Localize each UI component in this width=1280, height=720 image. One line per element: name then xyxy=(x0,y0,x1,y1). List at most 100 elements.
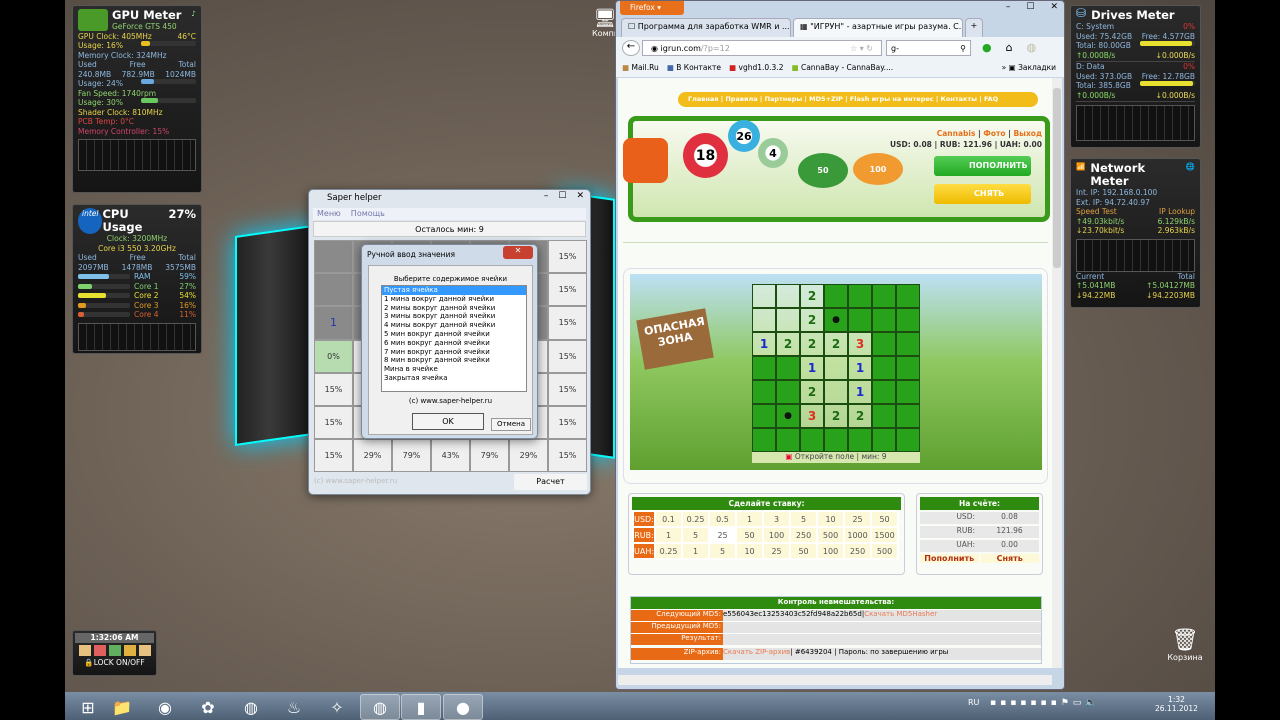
board-cell[interactable] xyxy=(872,284,896,308)
helper-cell[interactable]: 15% xyxy=(548,439,587,473)
helper-cell[interactable]: 15% xyxy=(548,273,587,307)
helper-cell[interactable]: 43% xyxy=(431,439,470,473)
cell-content-list[interactable]: Пустая ячейка 1 мина вокруг данной ячейки… xyxy=(381,285,527,392)
account-withdraw-button[interactable]: Снять xyxy=(980,554,1039,563)
board-cell[interactable]: 1 xyxy=(848,356,872,380)
ip-lookup-link[interactable]: IP Lookup xyxy=(1159,207,1195,217)
bet-option[interactable]: 1 xyxy=(735,510,765,528)
horizontal-scrollbar[interactable] xyxy=(618,675,1052,685)
clock[interactable]: 1:32 26.11.2012 xyxy=(1155,695,1198,713)
ok-button[interactable]: OK xyxy=(412,413,484,430)
home-icon[interactable]: ⌂ xyxy=(1006,41,1013,54)
board-cell[interactable] xyxy=(776,284,800,308)
helper-cell[interactable] xyxy=(314,273,353,307)
bet-option[interactable]: 100 xyxy=(816,542,846,560)
speed-test-link[interactable]: Speed Test xyxy=(1076,207,1117,217)
board-cell[interactable] xyxy=(896,404,920,428)
nav-link[interactable]: Главная xyxy=(688,95,718,103)
cancel-button[interactable]: Отмена xyxy=(491,418,531,431)
firefox-menu-button[interactable]: Firefox ▾ xyxy=(620,1,684,15)
board-cell[interactable] xyxy=(824,428,848,452)
new-tab-button[interactable]: + xyxy=(965,18,983,37)
taskbar-firefox-active-button[interactable]: ◍ xyxy=(360,694,400,720)
url-bar[interactable]: ◉ igrun.com/?p=12 ☆ ▾ ↻ xyxy=(642,40,882,56)
lock-toggle[interactable]: 🔒LOCK ON/OFF xyxy=(75,658,154,668)
system-tray-icons[interactable]: ▪▪▪▪▪▪▪⚑▭🔈 xyxy=(990,698,1100,708)
list-option[interactable]: 6 мин вокруг данной ячейки xyxy=(382,339,526,348)
bet-option[interactable]: 5 xyxy=(681,526,711,544)
bet-option[interactable]: 0.25 xyxy=(681,510,711,528)
bet-option[interactable]: 25 xyxy=(708,526,738,544)
helper-cell[interactable]: 29% xyxy=(509,439,548,473)
shortcut-icon[interactable] xyxy=(78,644,91,656)
bookmark-item[interactable]: ■ CannaBay - CannaBay.... xyxy=(791,63,893,72)
board-cell[interactable] xyxy=(848,284,872,308)
bet-option[interactable]: 3 xyxy=(762,510,792,528)
minimize-button[interactable]: – xyxy=(1006,2,1011,12)
language-indicator[interactable]: RU xyxy=(968,698,979,707)
control-link[interactable]: Скачать MD5Hasher xyxy=(864,610,937,621)
helper-cell[interactable]: 1 xyxy=(314,306,353,340)
bet-option[interactable]: 0.25 xyxy=(654,542,684,560)
board-cell[interactable] xyxy=(848,428,872,452)
bookmarks-menu[interactable]: » ▣ Закладки xyxy=(1002,63,1056,72)
bet-option[interactable]: 1000 xyxy=(843,526,873,544)
board-cell[interactable]: 2 xyxy=(800,284,824,308)
board-cell[interactable] xyxy=(896,308,920,332)
helper-cell[interactable]: 15% xyxy=(548,306,587,340)
helper-cell[interactable]: 29% xyxy=(353,439,392,473)
board-cell[interactable]: ● xyxy=(824,308,848,332)
board-cell[interactable]: 2 xyxy=(800,380,824,404)
board-cell[interactable] xyxy=(824,380,848,404)
bet-option[interactable]: 500 xyxy=(816,526,846,544)
board-cell[interactable] xyxy=(872,404,896,428)
board-cell[interactable] xyxy=(896,428,920,452)
board-cell[interactable] xyxy=(752,404,776,428)
list-option[interactable]: 1 мина вокруг данной ячейки xyxy=(382,295,526,304)
dialog-close-button[interactable]: ✕ xyxy=(503,246,533,259)
bookmark-item[interactable]: ■ Mail.Ru xyxy=(622,63,659,72)
list-option[interactable]: 7 мин вокруг данной ячейки xyxy=(382,348,526,357)
helper-cell[interactable]: 15% xyxy=(548,240,587,274)
account-deposit-button[interactable]: Пополнить xyxy=(920,554,979,563)
user-link[interactable]: Cannabis xyxy=(937,129,976,138)
bookmark-star-icon[interactable]: ☆ ▾ ↻ xyxy=(850,44,873,53)
list-option[interactable]: 3 мины вокруг данной ячейки xyxy=(382,312,526,321)
bet-option[interactable]: 10 xyxy=(735,542,765,560)
menu-item[interactable]: Помощь xyxy=(351,209,385,219)
board-cell[interactable] xyxy=(776,356,800,380)
taskbar-firefox-button[interactable]: ◍ xyxy=(231,694,271,720)
lock-shortcut-icon[interactable] xyxy=(123,644,136,656)
nav-link[interactable]: FAQ xyxy=(984,95,998,103)
tab-wmr[interactable]: ☐ Программа для заработка WMR и ... xyxy=(621,18,791,37)
board-cell[interactable] xyxy=(776,380,800,404)
list-option[interactable]: Мина в ячейке xyxy=(382,365,526,374)
nav-link[interactable]: Правила xyxy=(725,95,757,103)
board-cell[interactable] xyxy=(872,356,896,380)
music-note-icon[interactable]: ♪ xyxy=(191,9,196,32)
board-cell[interactable] xyxy=(896,284,920,308)
board-cell[interactable] xyxy=(752,308,776,332)
helper-cell[interactable] xyxy=(314,240,353,274)
helper-cell[interactable]: 79% xyxy=(392,439,431,473)
bet-option[interactable]: 100 xyxy=(762,526,792,544)
taskbar-saper-helper-button[interactable]: ▮ xyxy=(401,694,441,720)
nav-link[interactable]: Партнеры xyxy=(765,95,803,103)
bet-option[interactable]: 10 xyxy=(816,510,846,528)
bet-option[interactable]: 1 xyxy=(654,526,684,544)
recycle-bin-desktop-icon[interactable]: 🗑 Корзина xyxy=(1163,628,1207,662)
helper-cell[interactable]: 15% xyxy=(548,406,587,440)
vertical-scrollbar[interactable] xyxy=(1052,78,1062,668)
menu-item[interactable]: Меню xyxy=(317,209,341,219)
nav-link[interactable]: Контакты xyxy=(941,95,977,103)
board-cell[interactable]: 1 xyxy=(752,332,776,356)
minimize-button[interactable]: – xyxy=(544,191,549,201)
board-cell[interactable]: 2 xyxy=(824,404,848,428)
maximize-button[interactable]: ☐ xyxy=(1026,2,1034,12)
helper-cell[interactable]: 15% xyxy=(548,372,587,406)
board-cell[interactable] xyxy=(776,308,800,332)
bet-option[interactable]: 0.1 xyxy=(654,510,684,528)
user-link[interactable]: Выход xyxy=(1013,129,1042,138)
board-cell[interactable]: 3 xyxy=(800,404,824,428)
search-bar[interactable]: g- ⚲ xyxy=(886,40,971,56)
